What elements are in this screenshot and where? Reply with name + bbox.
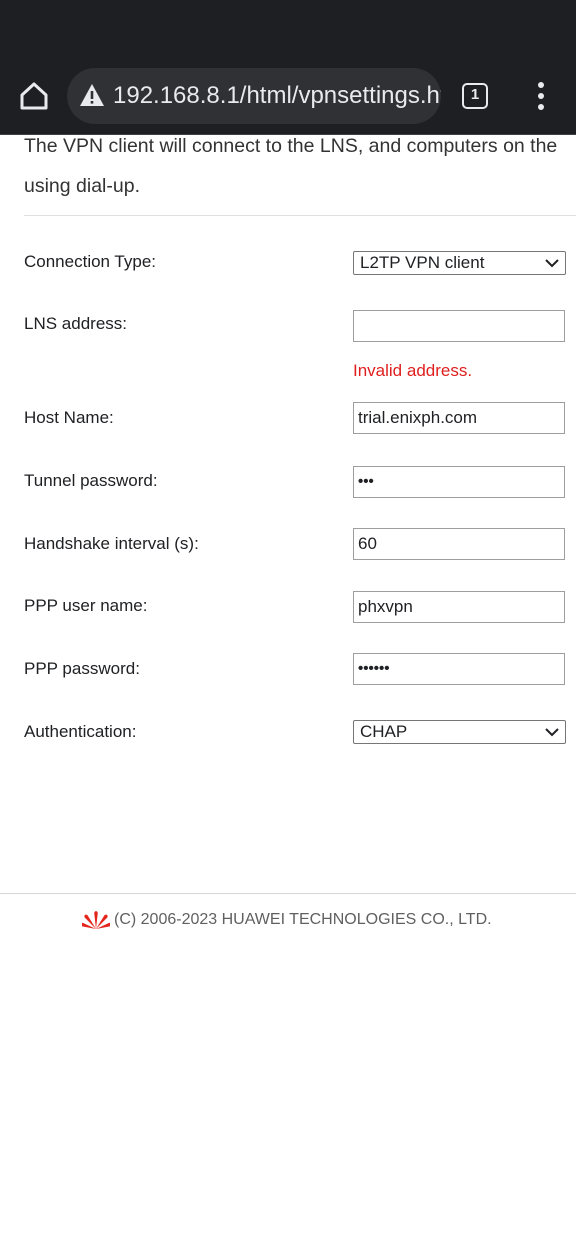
intro-line-1: The VPN client will connect to the LNS, … [24,135,558,157]
host-name-label: Host Name: [24,408,114,427]
ppp-user-name-input[interactable]: phxvpn [353,591,565,623]
lns-address-error: Invalid address. [353,361,473,380]
footer-divider [0,893,576,894]
browser-menu-button[interactable] [530,80,554,112]
home-button[interactable] [14,76,54,116]
host-name-input[interactable]: trial.enixph.com [353,402,565,434]
ppp-password-label: PPP password: [24,659,140,678]
url-text[interactable]: 192.168.8.1/html/vpnsettings.html [113,81,441,111]
ppp-user-name-label: PPP user name: [24,596,148,615]
intro-line-2: using dial-up. [24,175,140,197]
authentication-label: Authentication: [24,722,137,741]
connection-type-select[interactable]: L2TP VPN client [353,251,566,275]
handshake-interval-input[interactable]: 60 [353,528,565,560]
connection-type-value: L2TP VPN client [360,253,485,272]
section-divider [24,215,576,216]
handshake-interval-label: Handshake interval (s): [24,534,199,553]
authentication-value: CHAP [360,722,408,741]
intro-text-clip: The VPN client will connect to the LNS, … [0,135,576,205]
ppp-password-input[interactable]: •••••• [353,653,565,685]
warning-icon[interactable] [79,82,105,108]
intro-text: The VPN client will connect to the LNS, … [24,135,576,205]
home-icon [20,82,48,110]
tunnel-password-label: Tunnel password: [24,471,158,490]
tab-count: 1 [470,86,480,103]
address-bar[interactable]: 192.168.8.1/html/vpnsettings.html [67,68,441,124]
lns-address-label: LNS address: [24,314,127,333]
authentication-select[interactable]: CHAP [353,720,566,744]
chevron-down-icon [545,728,559,737]
huawei-logo-icon [82,911,110,929]
connection-type-label: Connection Type: [24,252,156,271]
tunnel-password-input[interactable]: ••• [353,466,565,498]
browser-toolbar: 192.168.8.1/html/vpnsettings.html 1 [0,0,576,134]
copyright-text: (C) 2006-2023 HUAWEI TECHNOLOGIES CO., L… [114,911,492,928]
more-vert-icon [538,82,544,88]
chevron-down-icon [545,259,559,268]
lns-address-input[interactable] [353,310,565,342]
footer: (C) 2006-2023 HUAWEI TECHNOLOGIES CO., L… [82,906,492,934]
tab-switcher-button[interactable]: 1 [460,81,490,111]
